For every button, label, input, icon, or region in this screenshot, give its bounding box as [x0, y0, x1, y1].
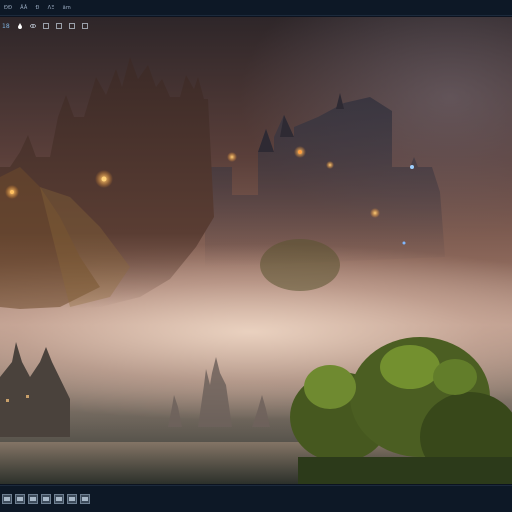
menu-item[interactable]: ΛΞ — [48, 5, 55, 11]
village-left — [0, 342, 70, 437]
thumbnail-image-icon — [56, 497, 62, 501]
frame-thumbnail[interactable] — [41, 494, 51, 504]
frame-thumbnail[interactable] — [28, 494, 38, 504]
tree-cluster — [290, 337, 512, 484]
menu-item[interactable]: ÂÂ — [20, 5, 27, 11]
image-canvas[interactable]: 18 — [0, 17, 512, 484]
menu-bar: ÐÐ ÂÂ Ð ΛΞ ãm — [0, 0, 512, 16]
thumbnail-image-icon — [17, 497, 23, 501]
menu-item[interactable]: ãm — [63, 5, 71, 11]
frame-thumbnail[interactable] — [54, 494, 64, 504]
drop-icon[interactable] — [17, 23, 23, 29]
thumbnail-image-icon — [4, 497, 10, 501]
square-icon[interactable] — [68, 23, 75, 29]
square-icon[interactable] — [42, 23, 49, 29]
frame-thumbnail[interactable] — [80, 494, 90, 504]
frame-thumbnail[interactable] — [15, 494, 25, 504]
right-castle — [205, 93, 445, 267]
castle-painting — [0, 57, 512, 484]
zoom-level: 18 — [2, 22, 10, 30]
thumbnail-image-icon — [43, 497, 49, 501]
frame-thumbnail[interactable] — [2, 494, 12, 504]
menu-item[interactable]: Ð — [36, 5, 40, 11]
distant-spires — [168, 357, 270, 427]
thumbnail-image-icon — [30, 497, 36, 501]
misty-tree — [260, 239, 340, 291]
square-icon[interactable] — [81, 23, 88, 29]
canvas-toolbar: 18 — [0, 17, 88, 35]
menu-item[interactable]: ÐÐ — [4, 5, 12, 11]
thumbnail-image-icon — [82, 497, 88, 501]
thumbnail-image-icon — [69, 497, 75, 501]
square-icon[interactable] — [55, 23, 62, 29]
frame-thumbnail[interactable] — [67, 494, 77, 504]
bottom-toolbar — [0, 485, 512, 512]
eye-icon[interactable] — [29, 23, 36, 29]
